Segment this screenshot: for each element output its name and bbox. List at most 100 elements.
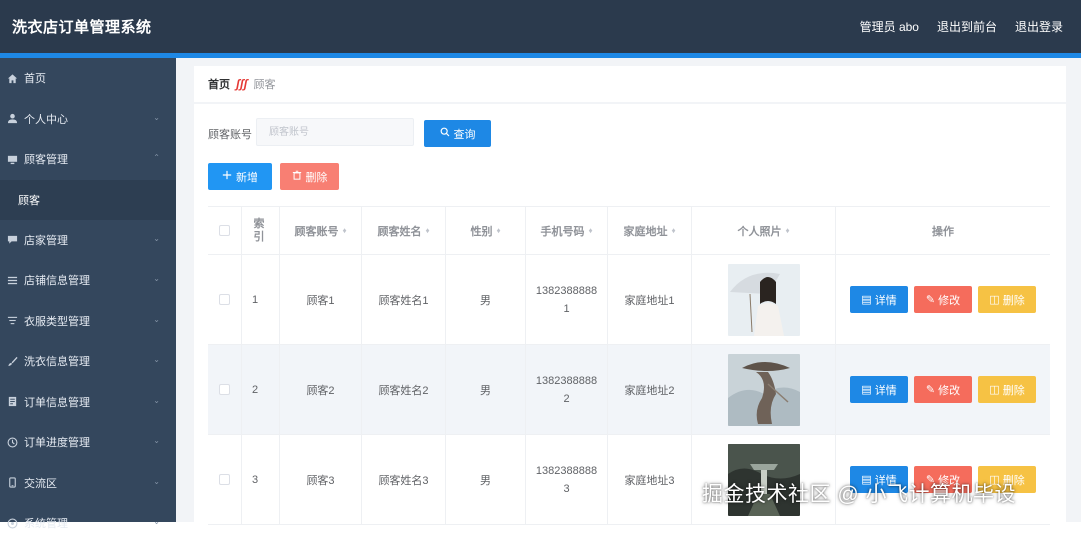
col-photo[interactable]: 个人照片 ♦ — [692, 207, 836, 254]
row-checkbox[interactable] — [219, 474, 230, 485]
sidebar-item-laundry-info-management[interactable]: 洗衣信息管理 ⌄ — [0, 341, 176, 382]
chevron-down-icon: ⌄ — [153, 274, 160, 283]
row-select-cell[interactable] — [208, 255, 242, 344]
sidebar-item-order-progress-management[interactable]: 订单进度管理 ⌄ — [0, 422, 176, 463]
row-checkbox[interactable] — [219, 384, 230, 395]
col-address[interactable]: 家庭地址 ♦ — [608, 207, 692, 254]
sidebar-item-label: 交流区 — [24, 477, 57, 490]
sidebar-item-label: 店铺信息管理 — [24, 275, 90, 288]
sidebar-item-home[interactable]: 首页 — [0, 58, 176, 99]
detail-button[interactable]: ▤ 详情 — [850, 466, 908, 493]
address-cell: 家庭地址1 — [608, 255, 692, 344]
content-panel: 顾客账号 查询 新增 删除 索引 顾客账号♦ 顾客姓名♦ — [194, 104, 1066, 525]
query-button[interactable]: 查询 — [424, 120, 491, 147]
sidebar-item-store-info-management[interactable]: 店铺信息管理 ⌄ — [0, 260, 176, 301]
breadcrumb: 首页 ʃʃʃ 顾客 — [194, 66, 1066, 102]
main-area: 首页 ʃʃʃ 顾客 顾客账号 查询 新增 删除 索引 — [176, 58, 1081, 525]
row-select-cell[interactable] — [208, 435, 242, 524]
detail-button[interactable]: ▤ 详情 — [850, 376, 908, 403]
customer-photo-dark-scene[interactable] — [727, 443, 800, 516]
col-actions: 操作 — [836, 207, 1050, 254]
account-cell: 顾客3 — [280, 435, 362, 524]
sidebar-item-order-info-management[interactable]: 订单信息管理 ⌄ — [0, 382, 176, 423]
phone-value: 13823888881 — [535, 284, 598, 315]
filter-icon — [6, 315, 18, 327]
sidebar-item-system-management[interactable]: 系统管理 ⌄ — [0, 503, 176, 544]
sidebar-item-forum[interactable]: 交流区 ⌄ — [0, 463, 176, 504]
breadcrumb-home[interactable]: 首页 — [208, 76, 230, 92]
sidebar-item-shop-owner-management[interactable]: 店家管理 ⌄ — [0, 220, 176, 261]
col-index-label: 索引 — [253, 217, 265, 243]
col-name[interactable]: 顾客姓名 ♦ — [362, 207, 446, 254]
list-icon — [6, 274, 18, 286]
index-cell: 2 — [242, 345, 280, 434]
sort-icon: ♦ — [671, 226, 676, 235]
edit-button[interactable]: ✎ 修改 — [914, 466, 972, 493]
sidebar-item-personal-center[interactable]: 个人中心 ⌄ — [0, 99, 176, 140]
logout-link[interactable]: 退出登录 — [1015, 18, 1063, 35]
delete-label: 删除 — [1002, 474, 1025, 487]
trash-icon: ◫ — [989, 294, 1000, 306]
detail-label: 详情 — [874, 294, 897, 307]
col-sex-label: 性别 — [470, 225, 493, 238]
admin-user-label: 管理员 abo — [859, 20, 919, 34]
sidebar-item-label: 订单进度管理 — [24, 437, 90, 450]
breadcrumb-current: 顾客 — [253, 79, 276, 91]
delete-button[interactable]: ◫ 删除 — [978, 286, 1036, 313]
chevron-down-icon: ⌄ — [153, 436, 160, 445]
app-title: 洗衣店订单管理系统 — [12, 19, 152, 36]
account-cell: 顾客2 — [280, 345, 362, 434]
breadcrumb-separator-icon: ʃʃʃ — [236, 77, 248, 91]
phone-value: 13823888883 — [535, 464, 598, 495]
sidebar-subitem-label: 顾客 — [18, 194, 40, 207]
sort-icon: ♦ — [425, 226, 430, 235]
select-all-cell[interactable] — [208, 207, 242, 254]
row-select-cell[interactable] — [208, 345, 242, 434]
sidebar-item-label: 系统管理 — [24, 518, 68, 531]
detail-button[interactable]: ▤ 详情 — [850, 286, 908, 313]
delete-button[interactable]: ◫ 删除 — [978, 466, 1036, 493]
phone-icon — [6, 477, 18, 489]
account-cell: 顾客1 — [280, 255, 362, 344]
col-account[interactable]: 顾客账号 ♦ — [280, 207, 362, 254]
delete-label: 删除 — [1002, 294, 1025, 307]
edit-label: 修改 — [938, 294, 961, 307]
col-name-label: 顾客姓名 — [377, 225, 422, 238]
sidebar-item-label: 店家管理 — [24, 234, 68, 247]
customer-photo-swordsman[interactable] — [727, 353, 800, 426]
search-icon — [440, 127, 450, 140]
phone-value: 13823888882 — [535, 374, 598, 405]
header-actions: 管理员 abo 退出到前台 退出登录 — [860, 18, 1063, 35]
col-phone[interactable]: 手机号码 ♦ — [526, 207, 608, 254]
exit-to-front-link[interactable]: 退出到前台 — [937, 18, 997, 35]
customer-photo-woman-umbrella[interactable] — [727, 263, 800, 336]
search-label: 顾客账号 — [208, 129, 252, 141]
delete-button[interactable]: ◫ 删除 — [978, 376, 1036, 403]
search-input[interactable] — [256, 118, 414, 146]
sidebar: 首页 个人中心 ⌄ 顾客管理 ⌃ 顾客 店家管理 ⌄ 店铺信息管理 ⌄ 衣服类型… — [0, 58, 176, 530]
actions-cell: ▤ 详情 ✎ 修改 ◫ 删除 — [836, 345, 1050, 434]
edit-button[interactable]: ✎ 修改 — [914, 286, 972, 313]
table-row: 2 顾客2 顾客姓名2 男 13823888882 家庭地址2 ▤ 详情 ✎ 修… — [208, 345, 1050, 435]
batch-delete-button[interactable]: 删除 — [280, 163, 339, 190]
sidebar-item-clothing-type-management[interactable]: 衣服类型管理 ⌄ — [0, 301, 176, 342]
col-actions-label: 操作 — [932, 225, 954, 238]
select-all-checkbox[interactable] — [219, 225, 230, 236]
edit-button[interactable]: ✎ 修改 — [914, 376, 972, 403]
document-icon: ▤ — [861, 294, 872, 306]
sidebar-item-customer-management[interactable]: 顾客管理 ⌃ — [0, 139, 176, 180]
sex-cell: 男 — [446, 255, 526, 344]
add-button[interactable]: 新增 — [208, 163, 272, 190]
sidebar-item-label: 顾客管理 — [24, 154, 68, 167]
photo-cell — [692, 435, 836, 524]
edit-icon: ✎ — [925, 384, 936, 396]
settings-icon — [6, 517, 18, 529]
document-icon — [6, 396, 18, 408]
sidebar-subitem-customer[interactable]: 顾客 — [0, 179, 176, 220]
actions-cell: ▤ 详情 ✎ 修改 ◫ 删除 — [836, 255, 1050, 344]
row-checkbox[interactable] — [219, 294, 230, 305]
sidebar-item-label: 个人中心 — [24, 113, 68, 126]
photo-cell — [692, 255, 836, 344]
col-sex[interactable]: 性别 ♦ — [446, 207, 526, 254]
address-cell: 家庭地址2 — [608, 345, 692, 434]
